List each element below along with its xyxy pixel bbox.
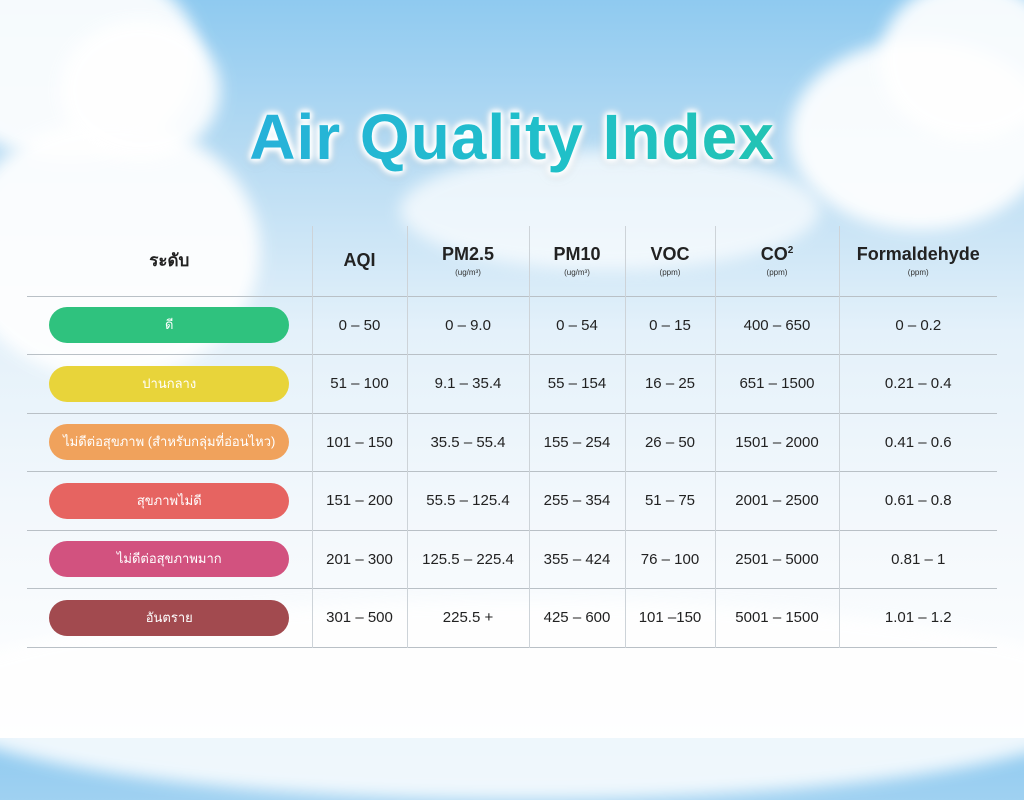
value-cell: 225.5 + (406, 588, 529, 647)
value-cell: 35.5 – 55.4 (406, 413, 529, 472)
header-pm25: PM2.5 (ug/m³) (406, 226, 529, 296)
value-cell: 425 – 600 (528, 588, 625, 647)
level-badge: ปานกลาง (49, 365, 290, 402)
aqi-table: ระดับ AQI PM2.5 (ug/m³) PM10 (ug/m³) VOC (p… (27, 226, 997, 648)
page-title: Air Quality Index (0, 100, 1024, 174)
value-cell: 355 – 424 (528, 530, 625, 589)
value-cell: 101 – 150 (311, 413, 407, 472)
value-cell: 255 – 354 (528, 471, 625, 530)
value-cell: 301 – 500 (311, 588, 407, 647)
value-cell: 151 – 200 (311, 471, 407, 530)
level-cell: ไม่ดีต่อสุขภาพมาก (27, 530, 312, 589)
level-cell: ปานกลาง (27, 355, 312, 414)
value-cell: 125.5 – 225.4 (406, 530, 529, 589)
value-cell: 0.41 – 0.6 (838, 413, 997, 472)
value-cell: 0.61 – 0.8 (838, 471, 997, 530)
value-cell: 26 – 50 (624, 413, 715, 472)
value-cell: 0 – 50 (311, 296, 407, 355)
table-row: สุขภาพไม่ดี 151 – 200 55.5 – 125.4 255 – 35… (27, 471, 997, 531)
value-cell: 0 – 0.2 (838, 296, 997, 355)
table-row: อันตราย 301 – 500 225.5 +425 – 600 101 –150… (27, 588, 997, 648)
level-badge: ไม่ดีต่อสุขภาพ (สำหรับกลุ่มที่อ่อนไหว) (49, 424, 290, 461)
value-cell: 51 – 75 (624, 471, 715, 530)
header-formaldehyde: Formaldehyde (ppm) (838, 226, 997, 296)
table-row: ไม่ดีต่อสุขภาพ (สำหรับกลุ่มที่อ่อนไหว) 10… (27, 413, 997, 472)
value-cell: 9.1 – 35.4 (406, 354, 529, 413)
header-pm10: PM10 (ug/m³) (528, 226, 625, 296)
level-cell: ดี (27, 296, 312, 355)
level-cell: อันตราย (27, 589, 312, 648)
value-cell: 155 – 254 (528, 413, 625, 472)
value-cell: 0 – 9.0 (406, 296, 529, 355)
table-header-row: ระดับ AQI PM2.5 (ug/m³) PM10 (ug/m³) VOC (p… (27, 226, 997, 296)
value-cell: 1.01 – 1.2 (838, 588, 997, 647)
level-badge: สุขภาพไม่ดี (49, 482, 290, 519)
level-cell: สุขภาพไม่ดี (27, 472, 312, 531)
value-cell: 76 – 100 (624, 530, 715, 589)
level-badge: ไม่ดีต่อสุขภาพมาก (49, 541, 290, 578)
table-row: ไม่ดีต่อสุขภาพมาก 201 – 300 125.5 – 225.4 3… (27, 530, 997, 589)
value-cell: 16 – 25 (624, 354, 715, 413)
level-badge: ดี (49, 307, 290, 344)
level-cell: ไม่ดีต่อสุขภาพ (สำหรับกลุ่มที่อ่อนไหว) (27, 413, 312, 472)
value-cell: 0 – 15 (624, 296, 715, 355)
header-co2: CO2 (ppm) (714, 226, 839, 296)
value-cell: 2501 – 5000 (714, 530, 839, 589)
value-cell: 651 – 1500 (714, 354, 839, 413)
value-cell: 101 –150 (624, 588, 715, 647)
value-cell: 55 – 154 (528, 354, 625, 413)
value-cell: 5001 – 1500 (714, 588, 839, 647)
value-cell: 0.21 – 0.4 (838, 354, 997, 413)
table-row: ดี 0 – 50 0 – 9.0 0 – 54 0 – 15 400 – 650 0 – … (27, 296, 997, 355)
table-row: ปานกลาง 51 – 100 9.1 – 35.4 55 – 154 16 – 25… (27, 354, 997, 414)
value-cell: 2001 – 2500 (714, 471, 839, 530)
header-voc: VOC (ppm) (624, 226, 715, 296)
level-badge: อันตราย (49, 599, 290, 636)
header-aqi: AQI (311, 226, 407, 296)
value-cell: 201 – 300 (311, 530, 407, 589)
value-cell: 400 – 650 (714, 296, 839, 355)
value-cell: 0.81 – 1 (838, 530, 997, 589)
header-level: ระดับ (149, 251, 190, 271)
value-cell: 55.5 – 125.4 (406, 471, 529, 530)
value-cell: 1501 – 2000 (714, 413, 839, 472)
value-cell: 0 – 54 (528, 296, 625, 355)
value-cell: 51 – 100 (311, 354, 407, 413)
